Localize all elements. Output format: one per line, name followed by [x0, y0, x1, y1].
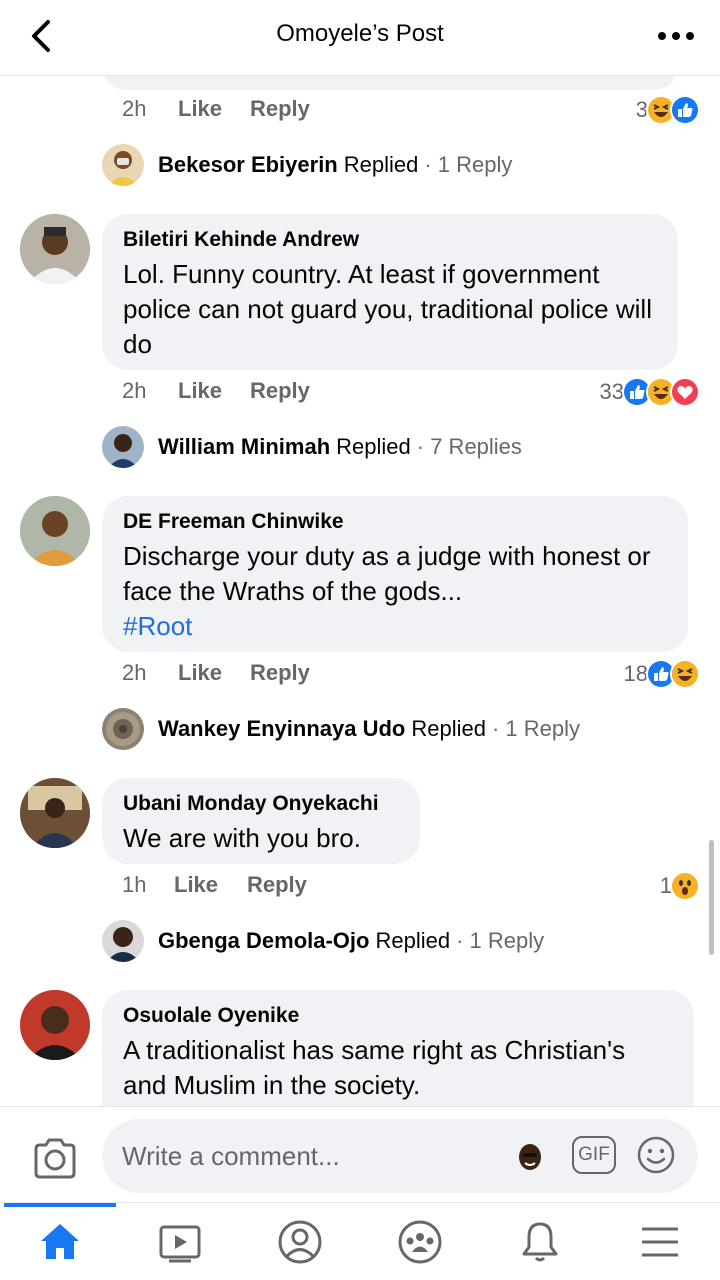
comment-input[interactable]: Write a comment... GIF: [102, 1119, 698, 1193]
comment-text: We are with you bro.: [123, 823, 361, 853]
avatar: [102, 426, 144, 468]
comment-time: 2h: [122, 660, 147, 685]
avatar[interactable]: [20, 496, 90, 566]
post-header: Omoyele’s Post: [0, 0, 720, 76]
haha-reaction-icon: [670, 659, 700, 689]
more-options-icon[interactable]: [654, 22, 698, 50]
reply-count: · 7 Replies: [416, 434, 522, 459]
gif-button[interactable]: GIF: [572, 1136, 616, 1174]
replied-label: Replied: [375, 928, 451, 953]
wow-reaction-icon: [670, 871, 700, 901]
active-tab-indicator: [4, 1203, 116, 1207]
like-button[interactable]: Like: [174, 872, 218, 898]
replied-label: Replied: [336, 434, 411, 459]
replier-name: Wankey Enyinnaya Udo: [158, 716, 406, 741]
comment-bubble-partial: [102, 76, 678, 90]
avatar: [102, 708, 144, 750]
replied-label: Replied: [343, 152, 419, 177]
reaction-summary[interactable]: 18: [624, 657, 700, 691]
avatar[interactable]: [20, 778, 90, 848]
bottom-tab-bar: [0, 1202, 720, 1280]
reply-button[interactable]: Reply: [250, 96, 310, 122]
like-button[interactable]: Like: [178, 378, 222, 404]
comment-text: Discharge your duty as a judge with hone…: [123, 541, 651, 606]
comment-time: 1h: [122, 872, 147, 897]
replied-label: Replied: [411, 716, 486, 741]
comment-text: A traditionalist has same right as Chris…: [123, 1035, 626, 1100]
like-button[interactable]: Like: [178, 660, 222, 686]
camera-icon[interactable]: [32, 1137, 78, 1179]
page-title: Omoyele’s Post: [276, 20, 444, 47]
comment-time: 2h: [122, 378, 147, 403]
comment-composer: Write a comment... GIF: [0, 1106, 720, 1202]
reply-button[interactable]: Reply: [250, 378, 310, 404]
avatar: [102, 920, 144, 962]
groups-icon[interactable]: [397, 1219, 443, 1265]
avatar-sticker-icon[interactable]: [516, 1141, 544, 1173]
replied-summary[interactable]: Wankey Enyinnaya Udo Replied · 1 Reply: [102, 708, 580, 750]
reply-count: · 1 Reply: [424, 152, 513, 177]
hashtag-link[interactable]: #Root: [123, 609, 666, 644]
replier-name: Bekesor Ebiyerin: [158, 152, 338, 177]
replied-summary[interactable]: Gbenga Demola-Ojo Replied · 1 Reply: [102, 920, 544, 962]
menu-icon[interactable]: [637, 1219, 683, 1265]
replier-name: Gbenga Demola-Ojo: [158, 928, 370, 953]
avatar: [102, 144, 144, 186]
avatar[interactable]: [20, 990, 90, 1060]
reaction-summary[interactable]: 33: [600, 375, 700, 409]
reaction-count: 33: [599, 379, 624, 404]
scrollbar[interactable]: [709, 840, 714, 955]
like-reaction-icon: [670, 95, 700, 125]
replied-summary[interactable]: Bekesor Ebiyerin Replied · 1 Reply: [102, 144, 512, 186]
reply-count: · 1 Reply: [456, 928, 545, 953]
profile-icon[interactable]: [277, 1219, 323, 1265]
avatar[interactable]: [20, 214, 90, 284]
reply-count: · 1 Reply: [491, 716, 581, 741]
comment-text: Lol. Funny country. At least if governme…: [123, 259, 652, 359]
reaction-summary[interactable]: 3: [636, 93, 700, 127]
home-icon[interactable]: [37, 1219, 83, 1265]
reaction-summary[interactable]: 1: [660, 869, 700, 903]
reply-button[interactable]: Reply: [250, 660, 310, 686]
comment-bubble: Ubani Monday Onyekachi We are with you b…: [102, 778, 420, 864]
comment-bubble: Osuolale Oyenike A traditionalist has sa…: [102, 990, 694, 1106]
reply-button[interactable]: Reply: [247, 872, 307, 898]
commenter-name[interactable]: Osuolale Oyenike: [123, 1004, 672, 1028]
comment-time: 2h: [122, 96, 147, 121]
comment-bubble: DE Freeman Chinwike Discharge your duty …: [102, 496, 688, 652]
love-reaction-icon: [670, 377, 700, 407]
emoji-icon[interactable]: [636, 1135, 676, 1175]
replied-summary[interactable]: William Minimah Replied · 7 Replies: [102, 426, 522, 468]
video-icon[interactable]: [157, 1219, 203, 1265]
comment-bubble: Biletiri Kehinde Andrew Lol. Funny count…: [102, 214, 678, 370]
reaction-count: 18: [623, 661, 648, 686]
commenter-name[interactable]: Biletiri Kehinde Andrew: [123, 228, 656, 252]
comment-placeholder: Write a comment...: [122, 1141, 340, 1171]
commenter-name[interactable]: Ubani Monday Onyekachi: [123, 792, 398, 816]
like-button[interactable]: Like: [178, 96, 222, 122]
replier-name: William Minimah: [158, 434, 331, 459]
notifications-icon[interactable]: [517, 1219, 563, 1265]
comments-feed[interactable]: 2h Like Reply 3 Bekesor Ebiyerin Replied…: [0, 76, 720, 1106]
commenter-name[interactable]: DE Freeman Chinwike: [123, 510, 666, 534]
